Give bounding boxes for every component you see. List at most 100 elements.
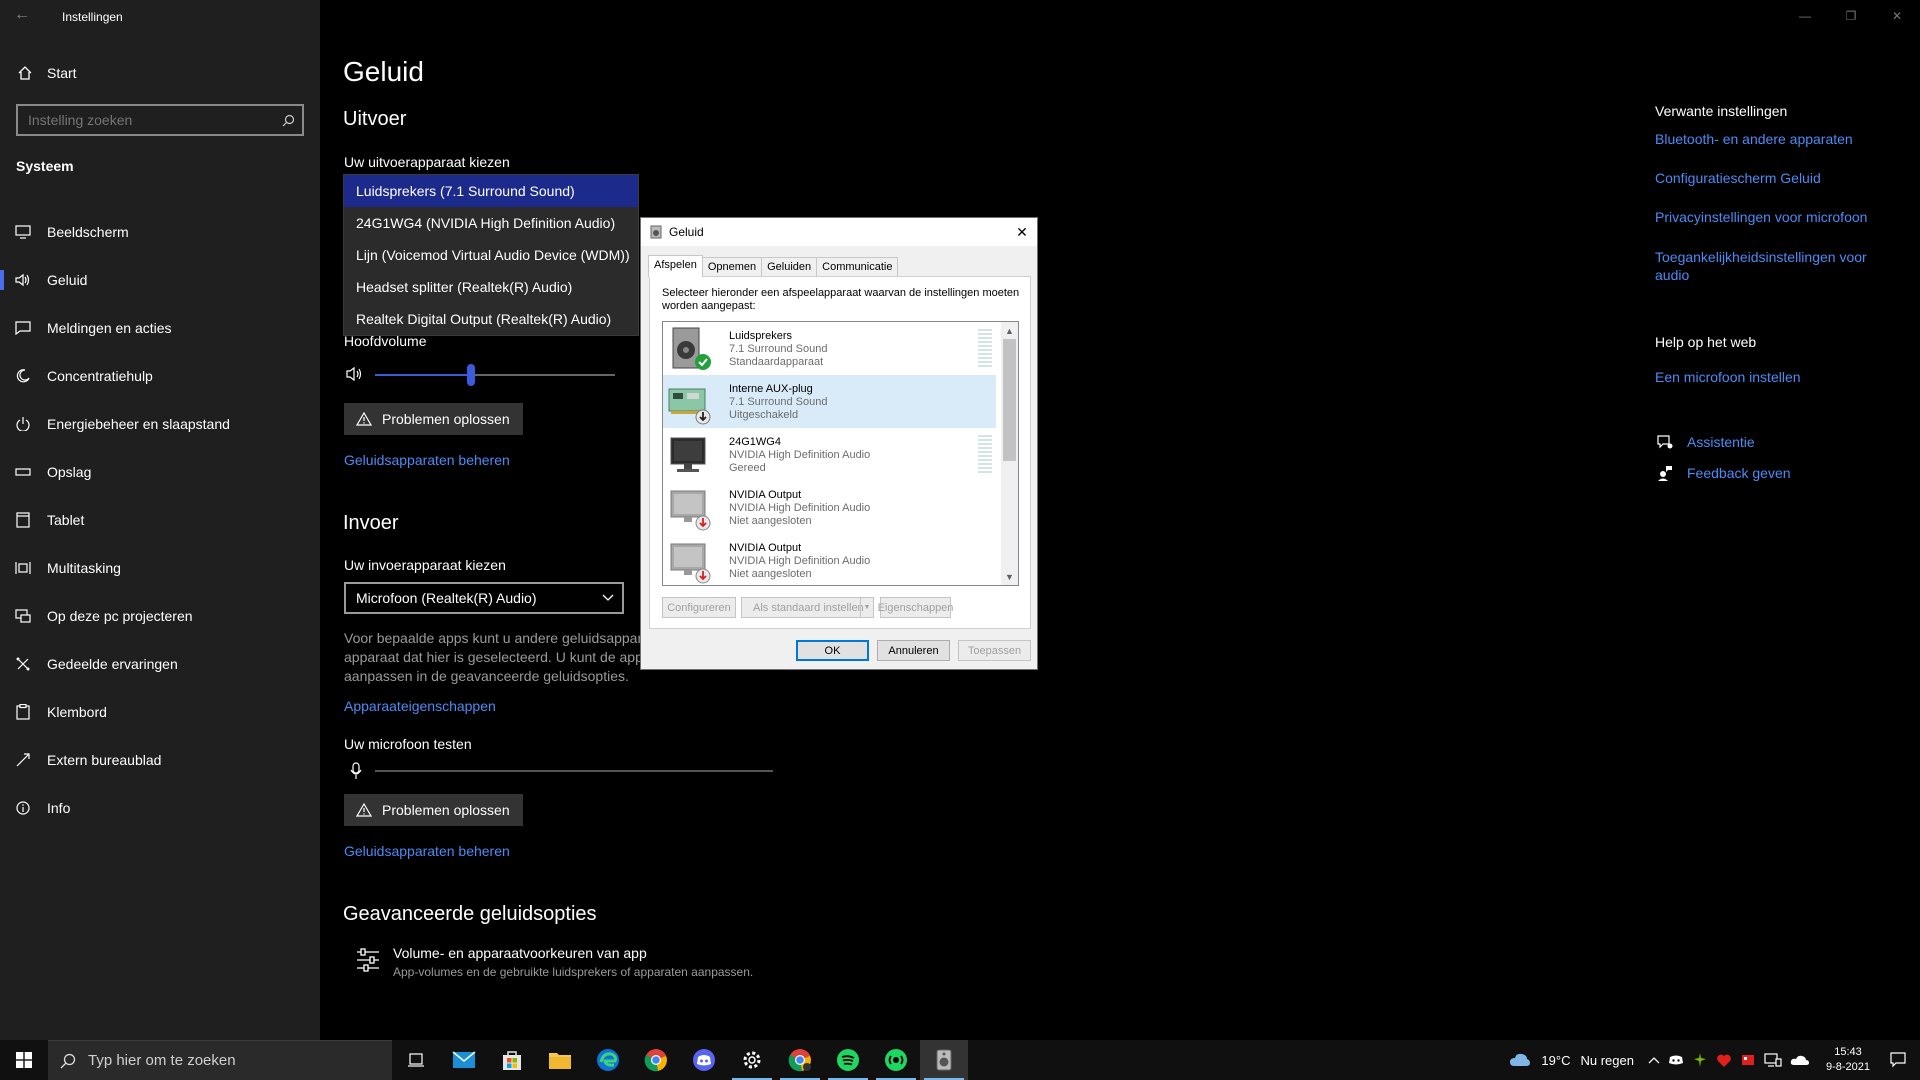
assistance-link[interactable]: Assistentie — [1655, 434, 1755, 450]
volume-slider[interactable] — [375, 364, 615, 386]
list-item[interactable]: Interne AUX-plug 7.1 Surround Sound Uitg… — [663, 375, 996, 428]
taskbar-search[interactable]: Typ hier om te zoeken — [48, 1040, 392, 1080]
sound-dialog: Geluid ✕ Afspelen Opnemen Geluiden Commu… — [640, 217, 1038, 670]
close-icon[interactable]: ✕ — [1874, 0, 1920, 32]
dropdown-option[interactable]: Luidsprekers (7.1 Surround Sound) — [344, 175, 638, 207]
sidebar-item-power-sleep[interactable]: Energiebeheer en slaapstand — [0, 400, 320, 448]
dropdown-arrow-icon[interactable]: ▼ — [860, 598, 873, 617]
tab-recording[interactable]: Opnemen — [701, 257, 763, 276]
related-link-accessibility-audio[interactable]: Toegankelijkheidsinstellingen voor audio — [1655, 248, 1885, 284]
chevron-up-icon[interactable] — [1648, 1056, 1660, 1064]
volume-icon[interactable] — [346, 366, 364, 387]
sidebar-item-project[interactable]: Op deze pc projecteren — [0, 592, 320, 640]
shared-icon — [14, 655, 32, 673]
app-tray-icon[interactable] — [1740, 1052, 1756, 1068]
sidebar-item-clipboard[interactable]: Klembord — [0, 688, 320, 736]
help-link-microphone[interactable]: Een microfoon instellen — [1655, 368, 1885, 386]
volume-thumb[interactable] — [467, 364, 475, 386]
related-link-mic-privacy[interactable]: Privacyinstellingen voor microfoon — [1655, 208, 1885, 226]
set-default-button[interactable]: Als standaard instellen ▼ — [741, 597, 874, 618]
network-icon[interactable] — [1764, 1053, 1782, 1067]
mail-icon[interactable] — [440, 1040, 488, 1080]
discord-icon[interactable] — [680, 1040, 728, 1080]
action-center-icon[interactable] — [1890, 1052, 1906, 1068]
windows-start-icon[interactable] — [0, 1040, 48, 1080]
tab-sounds[interactable]: Geluiden — [761, 257, 818, 276]
related-link-sound-control-panel[interactable]: Configuratiescherm Geluid — [1655, 169, 1885, 187]
sidebar-item-tablet[interactable]: Tablet — [0, 496, 320, 544]
dropdown-option[interactable]: Realtek Digital Output (Realtek(R) Audio… — [344, 303, 638, 335]
apply-button[interactable]: Toepassen — [958, 640, 1031, 661]
playback-device-list[interactable]: Luidsprekers 7.1 Surround Sound Standaar… — [662, 321, 1019, 586]
sidebar-item-remote-desktop[interactable]: Extern bureaublad — [0, 736, 320, 784]
settings-search[interactable] — [16, 104, 304, 136]
sidebar-item-shared-experiences[interactable]: Gedeelde ervaringen — [0, 640, 320, 688]
dropdown-option[interactable]: Headset splitter (Realtek(R) Audio) — [344, 271, 638, 303]
chrome-profile-icon[interactable] — [776, 1040, 824, 1080]
scroll-down-icon[interactable]: ▼ — [1001, 568, 1018, 585]
sidebar-item-display[interactable]: Beeldscherm — [0, 208, 320, 256]
output-troubleshoot-button[interactable]: Problemen oplossen — [344, 403, 523, 435]
configure-button[interactable]: Configureren — [662, 597, 736, 618]
set-default-label: Als standaard instellen — [753, 601, 864, 614]
file-explorer-icon[interactable] — [536, 1040, 584, 1080]
input-troubleshoot-button[interactable]: Problemen oplossen — [344, 794, 523, 826]
app-volume-preferences-row[interactable]: Volume- en apparaatvoorkeuren van app Ap… — [355, 945, 753, 979]
gpu-tray-icon[interactable] — [1692, 1052, 1708, 1068]
onedrive-icon[interactable] — [1790, 1054, 1810, 1066]
device-type: NVIDIA High Definition Audio — [729, 555, 871, 567]
cancel-button[interactable]: Annuleren — [877, 640, 950, 661]
dropdown-option[interactable]: Lijn (Voicemod Virtual Audio Device (WDM… — [344, 239, 638, 271]
discord-tray-icon[interactable] — [1668, 1054, 1684, 1066]
speaker-device-icon — [650, 225, 662, 239]
sidebar-item-label: Extern bureaublad — [47, 752, 162, 768]
sidebar-item-focus-assist[interactable]: Concentratiehulp — [0, 352, 320, 400]
restore-icon[interactable]: ❐ — [1828, 0, 1874, 32]
sidebar-item-storage[interactable]: Opslag — [0, 448, 320, 496]
sidebar-item-multitasking[interactable]: Multitasking — [0, 544, 320, 592]
tab-communications[interactable]: Communicatie — [816, 257, 899, 276]
scroll-thumb[interactable] — [1003, 339, 1016, 461]
dropdown-option[interactable]: 24G1WG4 (NVIDIA High Definition Audio) — [344, 207, 638, 239]
system-tray: 19°C Nu regen 15:43 9-8-2021 — [1505, 1040, 1920, 1080]
list-item[interactable]: Luidsprekers 7.1 Surround Sound Standaar… — [663, 322, 1018, 375]
list-item[interactable]: 24G1WG4 NVIDIA High Definition Audio Ger… — [663, 428, 1018, 481]
output-device-dropdown[interactable]: Luidsprekers (7.1 Surround Sound) 24G1WG… — [343, 174, 639, 336]
related-link-bluetooth[interactable]: Bluetooth- en andere apparaten — [1655, 130, 1885, 148]
device-properties-link[interactable]: Apparaateigenschappen — [344, 698, 496, 714]
chrome-icon[interactable] — [632, 1040, 680, 1080]
home-link[interactable]: Start — [0, 58, 320, 88]
edge-icon[interactable] — [584, 1040, 632, 1080]
search-icon[interactable] — [274, 114, 302, 127]
sidebar-item-notifications[interactable]: Meldingen en acties — [0, 304, 320, 352]
device-list-scrollbar[interactable]: ▲ ▼ — [1001, 322, 1018, 585]
clock[interactable]: 15:43 9-8-2021 — [1826, 1045, 1870, 1075]
dialog-close-icon[interactable]: ✕ — [1007, 218, 1037, 246]
list-item[interactable]: NVIDIA Output NVIDIA High Definition Aud… — [663, 534, 1018, 585]
list-item[interactable]: NVIDIA Output NVIDIA High Definition Aud… — [663, 481, 1018, 534]
input-manage-devices-link[interactable]: Geluidsapparaten beheren — [344, 843, 510, 859]
settings-search-input[interactable] — [18, 112, 274, 128]
minimize-icon[interactable]: — — [1782, 0, 1828, 32]
properties-button[interactable]: Eigenschappen — [878, 597, 953, 618]
feedback-link[interactable]: Feedback geven — [1655, 465, 1791, 481]
output-manage-devices-link[interactable]: Geluidsapparaten beheren — [344, 452, 510, 468]
warning-icon — [356, 803, 372, 817]
voicemod-icon[interactable] — [872, 1040, 920, 1080]
sidebar-item-sound[interactable]: Geluid — [0, 256, 320, 304]
tab-playback[interactable]: Afspelen — [648, 255, 703, 277]
security-tray-icon[interactable] — [1716, 1052, 1732, 1068]
input-device-select[interactable]: Microfoon (Realtek(R) Audio) — [344, 582, 624, 614]
settings-gear-icon[interactable] — [728, 1040, 776, 1080]
back-arrow-icon[interactable]: ← — [14, 6, 34, 26]
spotify-icon[interactable] — [824, 1040, 872, 1080]
sidebar-item-label: Op deze pc projecteren — [47, 608, 193, 624]
ok-button[interactable]: OK — [796, 640, 869, 661]
sound-control-panel-icon[interactable] — [920, 1040, 968, 1080]
store-icon[interactable] — [488, 1040, 536, 1080]
project-icon — [14, 607, 32, 625]
sidebar-item-info[interactable]: Info — [0, 784, 320, 832]
scroll-up-icon[interactable]: ▲ — [1001, 322, 1018, 339]
weather-widget[interactable]: 19°C Nu regen — [1505, 1052, 1634, 1068]
task-view-icon[interactable] — [392, 1040, 440, 1080]
